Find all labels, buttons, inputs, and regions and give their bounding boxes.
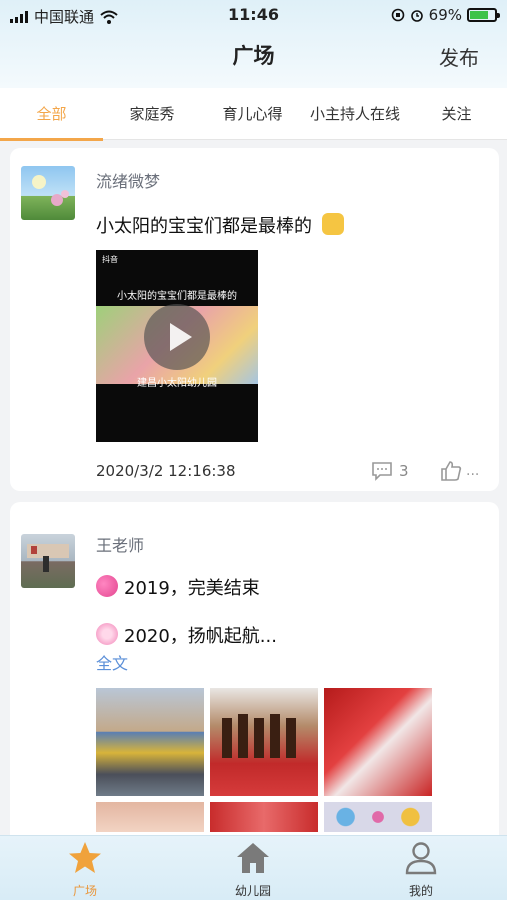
photo-thumbnail[interactable] [96,802,204,832]
author-name[interactable]: 流绪微梦 [96,168,160,192]
post-text-content: 2020，扬帆起航... [124,626,277,647]
post-text-line1: 2019，完美结束 [96,574,260,600]
tab-parenting[interactable]: 育儿心得 [201,88,304,140]
avatar[interactable] [21,534,75,588]
tabbar-label: 幼儿园 [234,884,271,898]
status-bar: 中国联通 11:46 69% [0,0,507,30]
tabbar-item-square[interactable]: 广场 [35,836,135,900]
video-thumbnail[interactable]: 抖音 小太阳的宝宝们都是最棒的 建昌小太阳幼儿园 [96,250,258,442]
photo-thumbnail[interactable] [210,688,318,796]
post-text: 小太阳的宝宝们都是最棒的 [96,212,350,238]
play-icon[interactable] [144,304,210,370]
photo-thumbnail[interactable] [96,688,204,796]
bottom-tab-bar: 广场 幼儿园 我的 [0,835,507,900]
blossom-icon [96,623,118,645]
star-icon [69,842,101,873]
video-brand: 抖音 [102,255,118,264]
photo-thumbnail[interactable] [210,802,318,832]
page-title: 广场 [232,44,275,68]
photo-thumbnail[interactable] [324,688,432,796]
author-name[interactable]: 王老师 [96,532,144,556]
alarm-icon [410,10,423,22]
person-icon [405,842,437,875]
publish-button[interactable]: 发布 [439,42,479,71]
post-text-content: 2019，完美结束 [124,578,260,599]
post-card[interactable]: 流绪微梦 小太阳的宝宝们都是最棒的 抖音 小太阳的宝宝们都是最棒的 建昌小太阳幼… [10,148,499,491]
comment-button[interactable]: 3 [371,461,409,481]
post-timestamp: 2020/3/2 12:16:38 [96,462,236,480]
post-text-content: 小太阳的宝宝们都是最棒的 [96,216,312,237]
house-icon [237,843,269,873]
top-bar: 中国联通 11:46 69% 广场 发布 [0,0,507,88]
active-tab-indicator [0,138,103,141]
like-button[interactable]: ... [440,461,479,481]
post-text-line2: 2020，扬帆起航... [96,622,277,648]
tabbar-item-kindergarten[interactable]: 幼儿园 [203,836,303,900]
comment-count: 3 [399,462,409,480]
video-caption-top: 小太阳的宝宝们都是最棒的 [117,291,237,302]
tabbar-label: 广场 [72,884,97,898]
video-caption-bottom: 建昌小太阳幼儿园 [137,378,217,389]
tabbar-item-mine[interactable]: 我的 [371,836,471,900]
fist-icon [321,213,344,235]
post-card[interactable]: 王老师 2019，完美结束 2020，扬帆起航... 全文 [10,502,499,862]
tab-all[interactable]: 全部 [0,88,103,140]
comment-icon [372,462,392,481]
photo-thumbnail[interactable] [324,802,432,832]
category-tabs: 全部 家庭秀 育儿心得 小主持人在线 关注 [0,88,507,140]
like-more: ... [466,463,480,479]
full-text-link[interactable]: 全文 [96,650,128,674]
tab-following[interactable]: 关注 [406,88,507,140]
thumbs-up-icon [441,461,462,481]
tab-little-host[interactable]: 小主持人在线 [304,88,406,140]
tabbar-label: 我的 [408,884,433,898]
hearts-icon [96,575,118,597]
avatar[interactable] [21,166,75,220]
battery-icon [467,8,500,22]
orientation-lock-icon [391,8,404,22]
tab-family-show[interactable]: 家庭秀 [103,88,201,140]
battery-percent: 69% [428,6,462,24]
